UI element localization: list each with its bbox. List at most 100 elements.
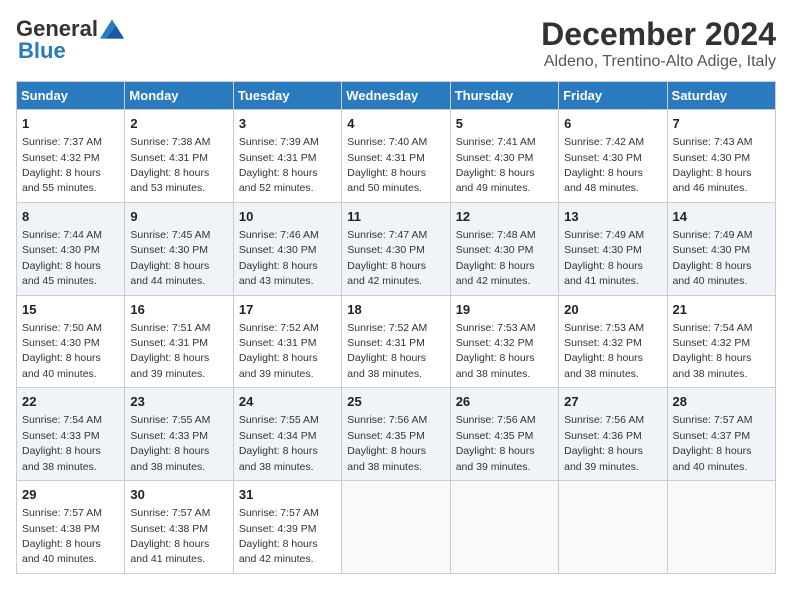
daylight: Daylight: 8 hours and 46 minutes.	[673, 167, 752, 194]
col-saturday: Saturday	[667, 82, 775, 110]
sunrise: Sunrise: 7:57 AM	[239, 507, 319, 519]
day-number: 10	[239, 208, 336, 226]
table-row: 27 Sunrise: 7:56 AM Sunset: 4:36 PM Dayl…	[559, 388, 667, 481]
sunset: Sunset: 4:30 PM	[673, 152, 751, 164]
table-row: 9 Sunrise: 7:45 AM Sunset: 4:30 PM Dayli…	[125, 202, 233, 295]
day-number: 13	[564, 208, 661, 226]
day-number: 22	[22, 393, 119, 411]
sunset: Sunset: 4:30 PM	[22, 337, 100, 349]
sunrise: Sunrise: 7:48 AM	[456, 229, 536, 241]
daylight: Daylight: 8 hours and 39 minutes.	[456, 445, 535, 472]
calendar-row: 29 Sunrise: 7:57 AM Sunset: 4:38 PM Dayl…	[17, 481, 776, 574]
calendar-row: 1 Sunrise: 7:37 AM Sunset: 4:32 PM Dayli…	[17, 110, 776, 203]
day-number: 31	[239, 486, 336, 504]
day-number: 21	[673, 301, 770, 319]
daylight: Daylight: 8 hours and 39 minutes.	[239, 352, 318, 379]
table-row: 13 Sunrise: 7:49 AM Sunset: 4:30 PM Dayl…	[559, 202, 667, 295]
sunrise: Sunrise: 7:44 AM	[22, 229, 102, 241]
table-row: 10 Sunrise: 7:46 AM Sunset: 4:30 PM Dayl…	[233, 202, 341, 295]
day-number: 19	[456, 301, 553, 319]
day-number: 20	[564, 301, 661, 319]
sunrise: Sunrise: 7:53 AM	[564, 322, 644, 334]
sunset: Sunset: 4:30 PM	[564, 244, 642, 256]
sunset: Sunset: 4:30 PM	[22, 244, 100, 256]
day-number: 23	[130, 393, 227, 411]
sunset: Sunset: 4:31 PM	[239, 152, 317, 164]
sunset: Sunset: 4:38 PM	[130, 523, 208, 535]
daylight: Daylight: 8 hours and 38 minutes.	[130, 445, 209, 472]
sunset: Sunset: 4:35 PM	[347, 430, 425, 442]
daylight: Daylight: 8 hours and 38 minutes.	[239, 445, 318, 472]
sunset: Sunset: 4:38 PM	[22, 523, 100, 535]
col-monday: Monday	[125, 82, 233, 110]
sunrise: Sunrise: 7:54 AM	[22, 414, 102, 426]
table-row: 28 Sunrise: 7:57 AM Sunset: 4:37 PM Dayl…	[667, 388, 775, 481]
table-row: 14 Sunrise: 7:49 AM Sunset: 4:30 PM Dayl…	[667, 202, 775, 295]
daylight: Daylight: 8 hours and 38 minutes.	[347, 445, 426, 472]
table-row: 12 Sunrise: 7:48 AM Sunset: 4:30 PM Dayl…	[450, 202, 558, 295]
main-title: December 2024	[541, 16, 776, 53]
daylight: Daylight: 8 hours and 52 minutes.	[239, 167, 318, 194]
daylight: Daylight: 8 hours and 38 minutes.	[456, 352, 535, 379]
daylight: Daylight: 8 hours and 41 minutes.	[130, 538, 209, 565]
sunset: Sunset: 4:30 PM	[673, 244, 751, 256]
table-row: 8 Sunrise: 7:44 AM Sunset: 4:30 PM Dayli…	[17, 202, 125, 295]
day-number: 15	[22, 301, 119, 319]
table-row: 4 Sunrise: 7:40 AM Sunset: 4:31 PM Dayli…	[342, 110, 450, 203]
day-number: 6	[564, 115, 661, 133]
day-number: 26	[456, 393, 553, 411]
table-row: 23 Sunrise: 7:55 AM Sunset: 4:33 PM Dayl…	[125, 388, 233, 481]
sunset: Sunset: 4:30 PM	[456, 152, 534, 164]
sunset: Sunset: 4:32 PM	[456, 337, 534, 349]
sunrise: Sunrise: 7:42 AM	[564, 136, 644, 148]
daylight: Daylight: 8 hours and 53 minutes.	[130, 167, 209, 194]
day-number: 11	[347, 208, 444, 226]
col-sunday: Sunday	[17, 82, 125, 110]
day-number: 5	[456, 115, 553, 133]
daylight: Daylight: 8 hours and 42 minutes.	[456, 260, 535, 287]
day-number: 12	[456, 208, 553, 226]
table-row: 31 Sunrise: 7:57 AM Sunset: 4:39 PM Dayl…	[233, 481, 341, 574]
sunrise: Sunrise: 7:56 AM	[564, 414, 644, 426]
sunrise: Sunrise: 7:55 AM	[130, 414, 210, 426]
table-row: 30 Sunrise: 7:57 AM Sunset: 4:38 PM Dayl…	[125, 481, 233, 574]
daylight: Daylight: 8 hours and 38 minutes.	[347, 352, 426, 379]
sunset: Sunset: 4:32 PM	[22, 152, 100, 164]
logo: General Blue	[16, 16, 124, 64]
day-number: 4	[347, 115, 444, 133]
day-number: 28	[673, 393, 770, 411]
calendar-table: Sunday Monday Tuesday Wednesday Thursday…	[16, 81, 776, 574]
day-number: 8	[22, 208, 119, 226]
sunrise: Sunrise: 7:54 AM	[673, 322, 753, 334]
table-row: 26 Sunrise: 7:56 AM Sunset: 4:35 PM Dayl…	[450, 388, 558, 481]
sunrise: Sunrise: 7:52 AM	[347, 322, 427, 334]
col-friday: Friday	[559, 82, 667, 110]
table-row: 19 Sunrise: 7:53 AM Sunset: 4:32 PM Dayl…	[450, 295, 558, 388]
sunset: Sunset: 4:31 PM	[130, 337, 208, 349]
logo-blue-text: Blue	[18, 38, 66, 64]
table-row: 20 Sunrise: 7:53 AM Sunset: 4:32 PM Dayl…	[559, 295, 667, 388]
daylight: Daylight: 8 hours and 42 minutes.	[239, 538, 318, 565]
sunset: Sunset: 4:37 PM	[673, 430, 751, 442]
daylight: Daylight: 8 hours and 48 minutes.	[564, 167, 643, 194]
table-row: 2 Sunrise: 7:38 AM Sunset: 4:31 PM Dayli…	[125, 110, 233, 203]
day-number: 17	[239, 301, 336, 319]
calendar-row: 15 Sunrise: 7:50 AM Sunset: 4:30 PM Dayl…	[17, 295, 776, 388]
daylight: Daylight: 8 hours and 40 minutes.	[22, 352, 101, 379]
table-row: 21 Sunrise: 7:54 AM Sunset: 4:32 PM Dayl…	[667, 295, 775, 388]
sunset: Sunset: 4:31 PM	[130, 152, 208, 164]
sunset: Sunset: 4:31 PM	[347, 337, 425, 349]
calendar-header-row: Sunday Monday Tuesday Wednesday Thursday…	[17, 82, 776, 110]
day-number: 18	[347, 301, 444, 319]
sunset: Sunset: 4:33 PM	[22, 430, 100, 442]
sunrise: Sunrise: 7:57 AM	[22, 507, 102, 519]
sunrise: Sunrise: 7:46 AM	[239, 229, 319, 241]
day-number: 1	[22, 115, 119, 133]
sunrise: Sunrise: 7:45 AM	[130, 229, 210, 241]
day-number: 2	[130, 115, 227, 133]
table-row: 29 Sunrise: 7:57 AM Sunset: 4:38 PM Dayl…	[17, 481, 125, 574]
daylight: Daylight: 8 hours and 39 minutes.	[564, 445, 643, 472]
sunrise: Sunrise: 7:55 AM	[239, 414, 319, 426]
table-row: 5 Sunrise: 7:41 AM Sunset: 4:30 PM Dayli…	[450, 110, 558, 203]
daylight: Daylight: 8 hours and 38 minutes.	[22, 445, 101, 472]
